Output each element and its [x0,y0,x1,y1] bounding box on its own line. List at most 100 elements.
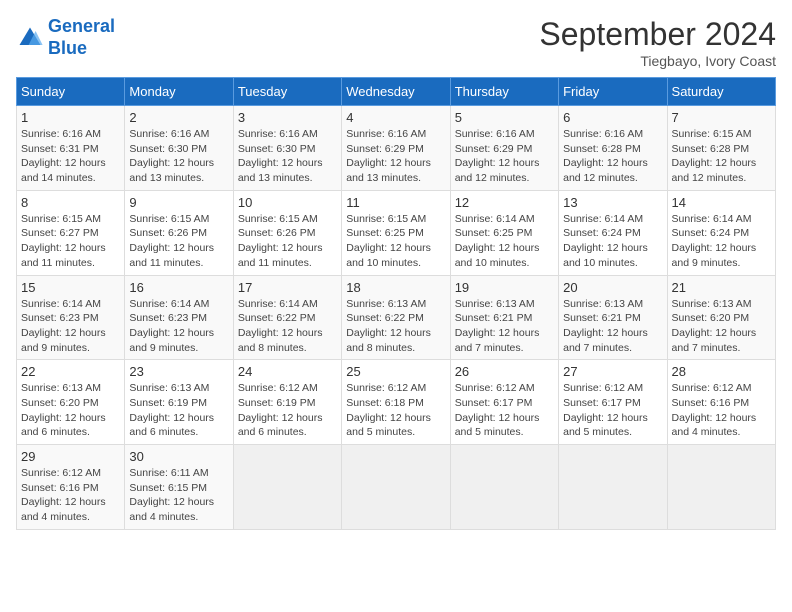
day-cell: 17 Sunrise: 6:14 AM Sunset: 6:22 PM Dayli… [233,275,341,360]
day-number: 25 [346,364,445,379]
day-info: Sunrise: 6:12 AM Sunset: 6:17 PM Dayligh… [455,381,554,440]
day-cell: 3 Sunrise: 6:16 AM Sunset: 6:30 PM Daylig… [233,106,341,191]
day-info: Sunrise: 6:13 AM Sunset: 6:19 PM Dayligh… [129,381,228,440]
day-info: Sunrise: 6:15 AM Sunset: 6:26 PM Dayligh… [238,212,337,271]
day-number: 19 [455,280,554,295]
logo-icon [16,24,44,52]
header: General Blue September 2024 Tiegbayo, Iv… [16,16,776,69]
day-cell: 29 Sunrise: 6:12 AM Sunset: 6:16 PM Dayli… [17,445,125,530]
day-cell: 14 Sunrise: 6:14 AM Sunset: 6:24 PM Dayli… [667,190,775,275]
day-info: Sunrise: 6:12 AM Sunset: 6:16 PM Dayligh… [21,466,120,525]
logo-line1: General [48,16,115,36]
day-info: Sunrise: 6:14 AM Sunset: 6:25 PM Dayligh… [455,212,554,271]
day-info: Sunrise: 6:12 AM Sunset: 6:17 PM Dayligh… [563,381,662,440]
day-info: Sunrise: 6:12 AM Sunset: 6:18 PM Dayligh… [346,381,445,440]
day-cell: 16Sunrise: 6:14 AM Sunset: 6:23 PM Dayli… [125,275,233,360]
logo: General Blue [16,16,115,59]
day-cell: 12 Sunrise: 6:14 AM Sunset: 6:25 PM Dayli… [450,190,558,275]
day-info: Sunrise: 6:16 AM Sunset: 6:30 PM Dayligh… [238,127,337,186]
day-number: 17 [238,280,337,295]
logo-text: General Blue [48,16,115,59]
day-info: Sunrise: 6:16 AM Sunset: 6:29 PM Dayligh… [455,127,554,186]
day-info: Sunrise: 6:14 AM Sunset: 6:24 PM Dayligh… [563,212,662,271]
day-cell: 4Sunrise: 6:16 AM Sunset: 6:29 PM Daylig… [342,106,450,191]
title-area: September 2024 Tiegbayo, Ivory Coast [539,16,776,69]
day-number: 22 [21,364,120,379]
day-number: 21 [672,280,771,295]
week-row-5: 29 Sunrise: 6:12 AM Sunset: 6:16 PM Dayli… [17,445,776,530]
day-cell [342,445,450,530]
logo-line2: Blue [48,38,87,58]
header-day-wednesday: Wednesday [342,78,450,106]
day-info: Sunrise: 6:15 AM Sunset: 6:25 PM Dayligh… [346,212,445,271]
day-number: 3 [238,110,337,125]
day-number: 15 [21,280,120,295]
day-cell: 19 Sunrise: 6:13 AM Sunset: 6:21 PM Dayli… [450,275,558,360]
day-number: 30 [129,449,228,464]
day-number: 6 [563,110,662,125]
day-cell [450,445,558,530]
day-cell: 30 Sunrise: 6:11 AM Sunset: 6:15 PM Dayli… [125,445,233,530]
day-number: 28 [672,364,771,379]
day-info: Sunrise: 6:13 AM Sunset: 6:20 PM Dayligh… [21,381,120,440]
week-row-1: 1 Sunrise: 6:16 AM Sunset: 6:31 PM Daylig… [17,106,776,191]
main-title: September 2024 [539,16,776,53]
week-row-4: 22 Sunrise: 6:13 AM Sunset: 6:20 PM Dayli… [17,360,776,445]
day-info: Sunrise: 6:12 AM Sunset: 6:16 PM Dayligh… [672,381,771,440]
day-number: 10 [238,195,337,210]
day-info: Sunrise: 6:14 AM Sunset: 6:24 PM Dayligh… [672,212,771,271]
day-info: Sunrise: 6:14 AM Sunset: 6:23 PM Dayligh… [21,297,120,356]
day-cell: 11Sunrise: 6:15 AM Sunset: 6:25 PM Dayli… [342,190,450,275]
day-info: Sunrise: 6:13 AM Sunset: 6:21 PM Dayligh… [563,297,662,356]
day-number: 12 [455,195,554,210]
day-number: 29 [21,449,120,464]
day-cell [667,445,775,530]
day-cell: 23 Sunrise: 6:13 AM Sunset: 6:19 PM Dayli… [125,360,233,445]
day-number: 8 [21,195,120,210]
day-cell: 28 Sunrise: 6:12 AM Sunset: 6:16 PM Dayli… [667,360,775,445]
day-info: Sunrise: 6:15 AM Sunset: 6:26 PM Dayligh… [129,212,228,271]
day-info: Sunrise: 6:14 AM Sunset: 6:22 PM Dayligh… [238,297,337,356]
day-number: 27 [563,364,662,379]
day-info: Sunrise: 6:16 AM Sunset: 6:28 PM Dayligh… [563,127,662,186]
day-number: 14 [672,195,771,210]
week-row-2: 8Sunrise: 6:15 AM Sunset: 6:27 PM Daylig… [17,190,776,275]
day-cell: 26Sunrise: 6:12 AM Sunset: 6:17 PM Dayli… [450,360,558,445]
header-day-friday: Friday [559,78,667,106]
day-cell: 10 Sunrise: 6:15 AM Sunset: 6:26 PM Dayli… [233,190,341,275]
day-number: 5 [455,110,554,125]
day-number: 24 [238,364,337,379]
day-info: Sunrise: 6:13 AM Sunset: 6:22 PM Dayligh… [346,297,445,356]
calendar-header-row: SundayMondayTuesdayWednesdayThursdayFrid… [17,78,776,106]
day-info: Sunrise: 6:16 AM Sunset: 6:29 PM Dayligh… [346,127,445,186]
day-cell: 15 Sunrise: 6:14 AM Sunset: 6:23 PM Dayli… [17,275,125,360]
day-info: Sunrise: 6:15 AM Sunset: 6:28 PM Dayligh… [672,127,771,186]
day-number: 1 [21,110,120,125]
day-cell: 18 Sunrise: 6:13 AM Sunset: 6:22 PM Dayli… [342,275,450,360]
day-info: Sunrise: 6:12 AM Sunset: 6:19 PM Dayligh… [238,381,337,440]
day-cell: 27 Sunrise: 6:12 AM Sunset: 6:17 PM Dayli… [559,360,667,445]
day-number: 20 [563,280,662,295]
day-info: Sunrise: 6:13 AM Sunset: 6:20 PM Dayligh… [672,297,771,356]
day-cell: 21 Sunrise: 6:13 AM Sunset: 6:20 PM Dayli… [667,275,775,360]
day-info: Sunrise: 6:16 AM Sunset: 6:31 PM Dayligh… [21,127,120,186]
subtitle: Tiegbayo, Ivory Coast [539,53,776,69]
day-cell: 9Sunrise: 6:15 AM Sunset: 6:26 PM Daylig… [125,190,233,275]
day-cell: 2Sunrise: 6:16 AM Sunset: 6:30 PM Daylig… [125,106,233,191]
day-cell: 1 Sunrise: 6:16 AM Sunset: 6:31 PM Daylig… [17,106,125,191]
day-number: 13 [563,195,662,210]
day-info: Sunrise: 6:11 AM Sunset: 6:15 PM Dayligh… [129,466,228,525]
day-number: 23 [129,364,228,379]
day-cell [559,445,667,530]
header-day-tuesday: Tuesday [233,78,341,106]
day-cell: 24 Sunrise: 6:12 AM Sunset: 6:19 PM Dayli… [233,360,341,445]
day-cell: 25 Sunrise: 6:12 AM Sunset: 6:18 PM Dayli… [342,360,450,445]
day-info: Sunrise: 6:14 AM Sunset: 6:23 PM Dayligh… [129,297,228,356]
day-number: 7 [672,110,771,125]
day-info: Sunrise: 6:13 AM Sunset: 6:21 PM Dayligh… [455,297,554,356]
day-cell: 20 Sunrise: 6:13 AM Sunset: 6:21 PM Dayli… [559,275,667,360]
header-day-sunday: Sunday [17,78,125,106]
header-day-thursday: Thursday [450,78,558,106]
day-number: 18 [346,280,445,295]
day-info: Sunrise: 6:16 AM Sunset: 6:30 PM Dayligh… [129,127,228,186]
